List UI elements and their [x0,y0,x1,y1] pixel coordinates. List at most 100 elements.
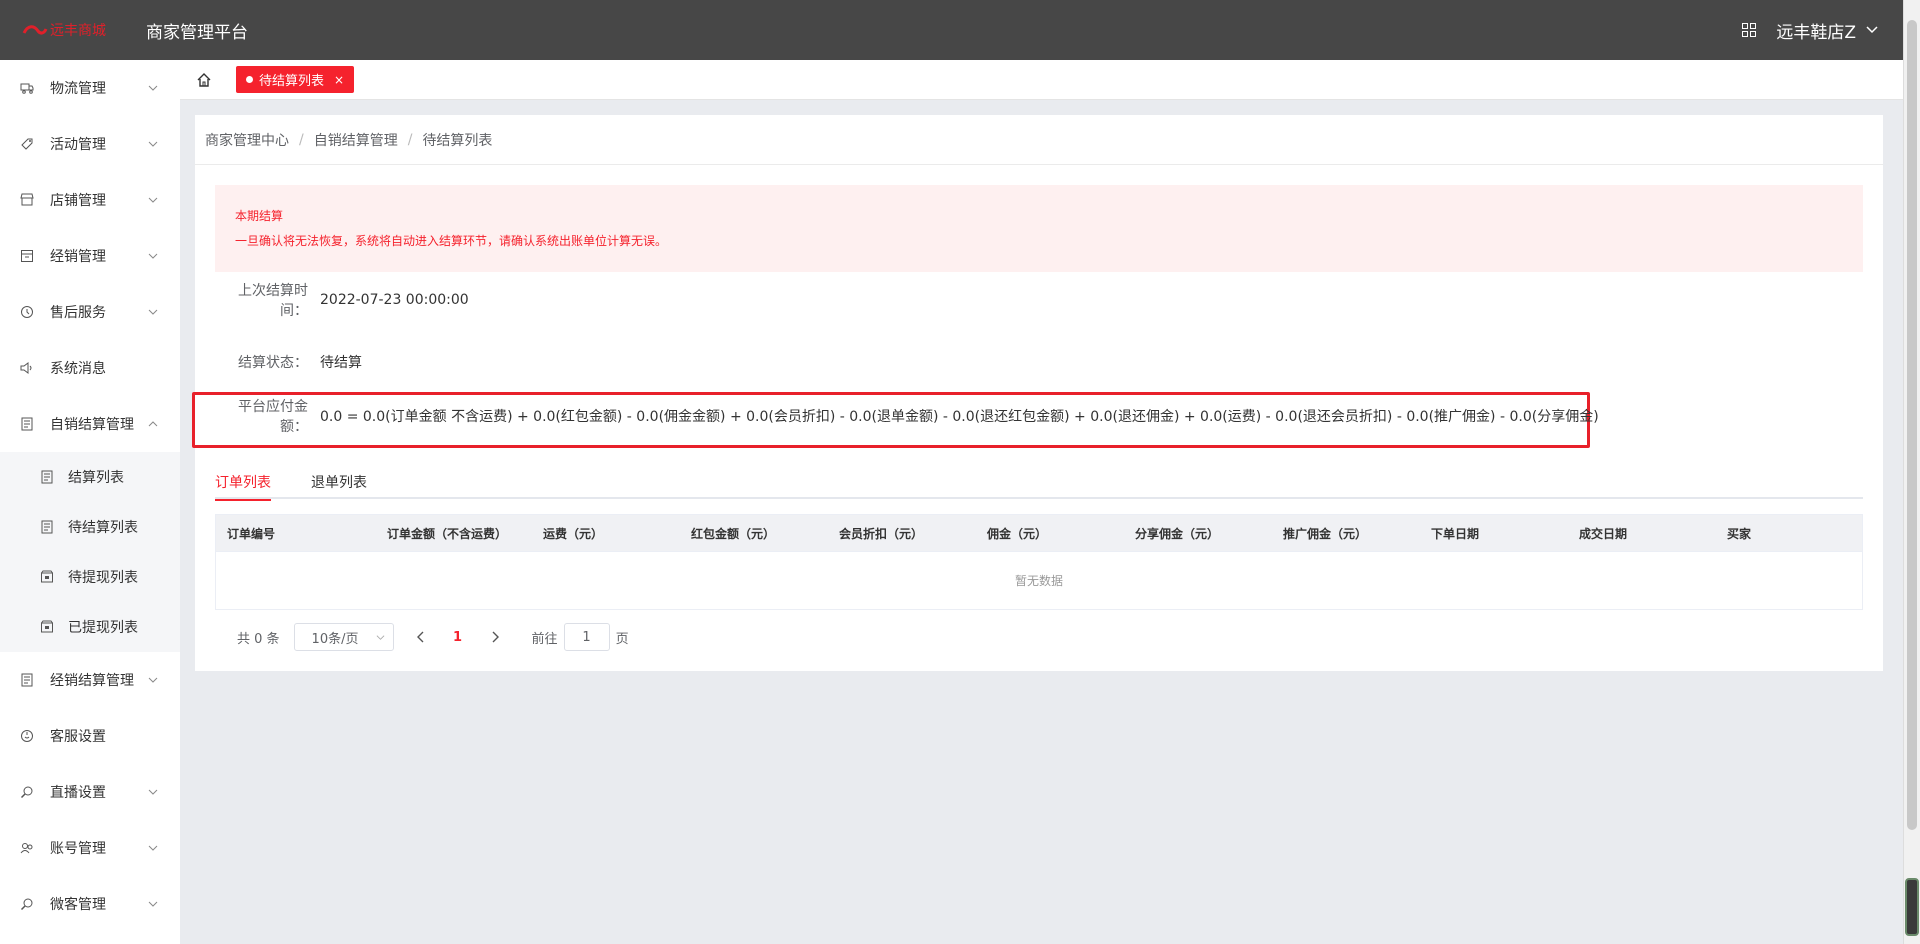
submenu-item-withdrawn[interactable]: 已提现列表 [0,602,180,652]
sidebar-item-label: 经销结算管理 [50,673,134,689]
headset-icon [20,729,34,743]
document-icon [20,417,34,431]
sidebar-item-logistics[interactable]: 物流管理 [0,60,180,116]
chevron-down-icon [148,677,158,683]
list-tabs: 订单列表 退单列表 [215,465,1863,501]
tab-order-list[interactable]: 订单列表 [215,465,271,501]
sidebar-item-label: 售后服务 [50,305,106,321]
breadcrumb: 商家管理中心 / 自销结算管理 / 待结算列表 [195,115,1883,165]
sidebar-item-microguest[interactable]: 微客管理 [0,876,180,932]
logo-mark: 远丰商城 [22,23,106,39]
page-scrollbar[interactable] [1903,0,1920,944]
sidebar-item-label: 活动管理 [50,137,106,153]
sidebar-item-live[interactable]: 直播设置 [0,764,180,820]
sidebar-item-self-settlement[interactable]: 自销结算管理 [0,396,180,452]
sidebar-item-label: 店铺管理 [50,193,106,209]
clock-icon [20,305,34,319]
column-header: 运费（元） [543,526,604,541]
scrollbar-thumb[interactable] [1907,20,1917,830]
home-tab[interactable] [180,60,228,100]
main-panel: 商家管理中心 / 自销结算管理 / 待结算列表 本期结算 一旦确认将无法恢复，系… [192,115,1883,671]
table-empty-state: 暂无数据 [216,551,1862,609]
sidebar-item-account[interactable]: 账号管理 [0,820,180,876]
users-icon [20,841,34,855]
home-icon [197,72,211,87]
wallet-icon [40,620,54,634]
chevron-left-icon [416,631,424,643]
submenu-item-settlement-list[interactable]: 结算列表 [0,452,180,502]
order-table: 订单编号 订单金额（不含运费） 运费（元） 红包金额（元） 会员折扣（元） 佣金… [215,514,1863,610]
submenu-item-pending-withdraw[interactable]: 待提现列表 [0,552,180,602]
logo[interactable]: 远丰商城 [22,19,126,41]
submenu-item-pending-settlement[interactable]: 待结算列表 [0,502,180,552]
column-header: 佣金（元） [987,526,1048,541]
submenu-item-label: 待结算列表 [68,520,138,536]
breadcrumb-separator: / [299,131,304,148]
last-settlement-time-row: 上次结算时间： 2022-07-23 00:00:00 [215,283,469,319]
search-icon [20,897,34,911]
column-header: 推广佣金（元） [1283,526,1368,541]
document-icon [20,673,34,687]
form-label: 平台应付金额： [238,399,308,435]
chevron-down-icon [148,197,158,203]
breadcrumb-current: 待结算列表 [422,132,493,149]
shop-icon [20,193,34,207]
table-header: 订单编号 订单金额（不含运费） 运费（元） 红包金额（元） 会员折扣（元） 佣金… [216,515,1862,551]
sidebar-item-label: 经销管理 [50,249,106,265]
box-icon [20,249,34,263]
close-icon[interactable]: × [334,73,344,87]
self-settlement-submenu: 结算列表 待结算列表 待提现列表 已提现列表 [0,452,180,652]
next-page-button[interactable] [480,623,510,651]
breadcrumb-item[interactable]: 自销结算管理 [314,130,398,150]
breadcrumb-item[interactable]: 商家管理中心 [205,130,289,150]
settlement-status: 待结算 [320,355,362,371]
column-header: 订单编号 [227,526,276,541]
sidebar-item-label: 直播设置 [50,785,106,801]
column-header: 红包金额（元） [691,526,776,541]
tab-bar: 待结算列表 × [180,60,1903,100]
sidebar-item-aftersale[interactable]: 售后服务 [0,284,180,340]
alert-description: 一旦确认将无法恢复，系统将自动进入结算环节，请确认系统出账单位计算无误。 [235,234,668,248]
column-header: 下单日期 [1431,526,1480,541]
tab-label: 待结算列表 [259,74,325,89]
tag-icon [20,137,34,151]
page-size-select[interactable]: 10条/页 [293,623,394,651]
tab-active-dot [246,76,253,83]
shop-name[interactable]: 远丰鞋店Z [1776,18,1856,43]
total-count: 共 0 条 [237,631,280,647]
page-number-current[interactable]: 1 [448,630,468,645]
goto-label: 前往 [531,631,558,647]
last-settlement-time: 2022-07-23 00:00:00 [320,292,469,308]
header-user-area: 远丰鞋店Z [1740,0,1878,60]
chevron-right-icon [492,631,499,643]
tab-refund-list[interactable]: 退单列表 [311,465,367,499]
goto-page-input[interactable] [563,623,610,651]
column-header: 买家 [1727,526,1752,541]
prev-page-button[interactable] [406,623,436,651]
sidebar-item-label: 系统消息 [50,361,106,377]
tab-pending-settlement[interactable]: 待结算列表 × [236,66,355,93]
submenu-item-label: 结算列表 [68,470,124,486]
wallet-icon [40,570,54,584]
sidebar-item-shop[interactable]: 店铺管理 [0,172,180,228]
goto-suffix: 页 [615,631,629,647]
chevron-down-icon [148,789,158,795]
sidebar-item-messages[interactable]: 系统消息 [0,340,180,396]
chevron-down-icon [148,309,158,315]
sidebar-item-activity[interactable]: 活动管理 [0,116,180,172]
sidebar-item-dist-settlement[interactable]: 经销结算管理 [0,652,180,708]
sidebar-item-label: 微客管理 [50,897,106,913]
pagination: 共 0 条 10条/页 1 前往 页 [237,623,629,651]
sidebar-item-distribution[interactable]: 经销管理 [0,228,180,284]
column-header: 会员折扣（元） [839,526,924,541]
chevron-down-icon[interactable] [1866,24,1878,36]
scrollbar-handle[interactable] [1905,878,1919,936]
page-size-value: 10条/页 [311,631,359,647]
column-header: 成交日期 [1579,526,1628,541]
chevron-down-icon [148,141,158,147]
grid-icon[interactable] [1740,21,1758,39]
sidebar-item-label: 客服设置 [50,729,106,745]
form-label: 上次结算时间： [238,283,308,319]
platform-title: 商家管理平台 [146,22,248,43]
sidebar-item-customer-service[interactable]: 客服设置 [0,708,180,764]
